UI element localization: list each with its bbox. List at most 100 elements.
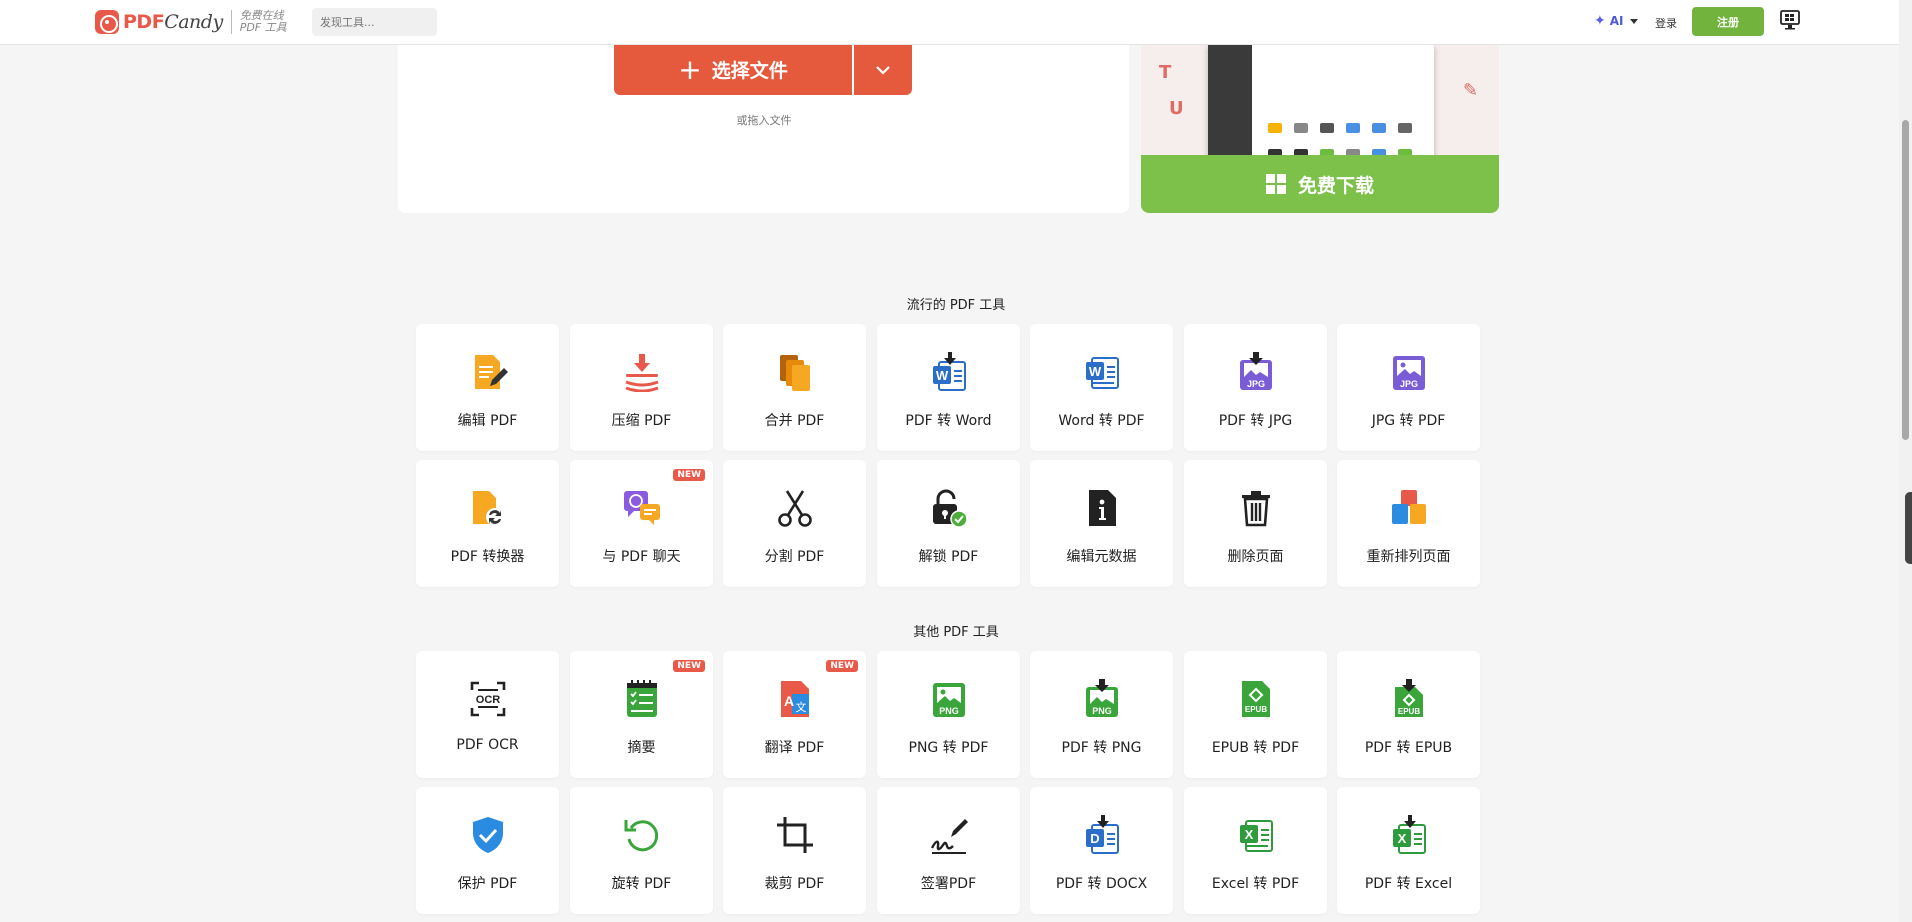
tool-label: PDF 转 Word xyxy=(905,413,992,429)
rearrange-icon xyxy=(1389,488,1429,528)
tool-label: 摘要 xyxy=(627,740,656,756)
shield-icon xyxy=(468,815,508,855)
candy-logo-icon xyxy=(95,10,119,34)
login-link[interactable]: 登录 xyxy=(1655,15,1677,31)
logo-wordmark: PDFCandy xyxy=(123,11,223,33)
trash-icon xyxy=(1236,488,1276,528)
pdf-to-png-icon: PNG xyxy=(1082,679,1122,719)
tool-label: 分割 PDF xyxy=(764,549,825,565)
ai-menu-button[interactable]: ✦ AI xyxy=(1594,13,1638,29)
tool-card[interactable]: W PDF 转 Word xyxy=(877,324,1020,451)
tool-card[interactable]: PNG PNG 转 PDF xyxy=(877,651,1020,778)
tool-label: 保护 PDF xyxy=(457,876,518,892)
tool-label: PDF OCR xyxy=(456,737,519,753)
plus-icon: + xyxy=(678,52,702,86)
pdf-to-docx-icon: D xyxy=(1082,815,1122,855)
tool-card[interactable]: PDF 转换器 xyxy=(416,460,559,587)
pdf-to-epub-icon: EPUB xyxy=(1389,679,1429,719)
page-scrollbar[interactable] xyxy=(1899,0,1912,922)
tool-card[interactable]: 删除页面 xyxy=(1184,460,1327,587)
choose-file-label: 选择文件 xyxy=(711,60,788,82)
tool-card[interactable]: JPG JPG 转 PDF xyxy=(1337,324,1480,451)
tool-card[interactable]: 合并 PDF xyxy=(723,324,866,451)
tool-label: 编辑元数据 xyxy=(1066,549,1137,565)
svg-text:W: W xyxy=(1089,364,1102,379)
svg-text:X: X xyxy=(1398,831,1407,846)
tool-label: PDF 转 EPUB xyxy=(1364,740,1453,756)
tool-card[interactable]: EPUB PDF 转 EPUB xyxy=(1337,651,1480,778)
svg-text:PNG: PNG xyxy=(939,706,959,716)
scrollbar-thumb[interactable] xyxy=(1902,120,1909,440)
svg-text:W: W xyxy=(936,368,949,383)
metadata-icon xyxy=(1082,488,1122,528)
tool-card[interactable]: 裁剪 PDF xyxy=(723,787,866,914)
register-button[interactable]: 注册 xyxy=(1692,7,1764,36)
new-badge: NEW xyxy=(826,660,858,672)
tool-label: EPUB 转 PDF xyxy=(1211,740,1300,756)
tool-card[interactable]: 签署PDF xyxy=(877,787,1020,914)
sparkle-icon: ✦ xyxy=(1594,13,1606,29)
pdf-to-word-icon: W xyxy=(929,352,969,392)
tool-card[interactable]: PNG PDF 转 PNG xyxy=(1030,651,1173,778)
free-download-button[interactable]: 免费下载 xyxy=(1141,155,1499,213)
tool-card[interactable]: W Word 转 PDF xyxy=(1030,324,1173,451)
tool-card[interactable]: 解锁 PDF xyxy=(877,460,1020,587)
tool-card[interactable]: A 文翻译 PDF NEW xyxy=(723,651,866,778)
other-tools-heading: 其他 PDF 工具 xyxy=(913,625,999,640)
new-badge: NEW xyxy=(673,660,705,672)
windows-icon xyxy=(1265,174,1286,194)
svg-text:文: 文 xyxy=(796,700,807,714)
pen-tool-icon: ✎ xyxy=(1463,80,1479,101)
drag-drop-hint: 或拖入文件 xyxy=(736,114,792,127)
tool-card[interactable]: X PDF 转 Excel xyxy=(1337,787,1480,914)
tool-label: PDF 转 PNG xyxy=(1061,740,1142,756)
pdfcandy-logo[interactable]: PDFCandy 免费在线 PDF 工具 xyxy=(95,9,287,35)
choose-file-button[interactable]: + 选择文件 xyxy=(614,44,852,95)
feedback-side-tab[interactable] xyxy=(1905,492,1912,564)
svg-text:EPUB: EPUB xyxy=(1398,707,1420,716)
tool-card[interactable]: 压缩 PDF xyxy=(570,324,713,451)
tool-card[interactable]: 编辑 PDF xyxy=(416,324,559,451)
free-download-label: 免费下载 xyxy=(1297,174,1374,197)
svg-text:JPG: JPG xyxy=(1400,379,1418,389)
tool-card[interactable]: X Excel 转 PDF xyxy=(1184,787,1327,914)
tool-label: Excel 转 PDF xyxy=(1211,876,1300,892)
scissors-icon xyxy=(775,488,815,528)
tool-card[interactable]: 保护 PDF xyxy=(416,787,559,914)
pdf-to-jpg-icon: JPG xyxy=(1236,352,1276,392)
desktop-app-icon[interactable] xyxy=(1780,10,1800,30)
ai-label: AI xyxy=(1609,14,1624,28)
search-input[interactable] xyxy=(312,8,437,36)
tool-label: 裁剪 PDF xyxy=(764,876,825,892)
tool-label: 压缩 PDF xyxy=(611,413,672,429)
tool-card[interactable]: 摘要 NEW xyxy=(570,651,713,778)
tool-card[interactable]: 与 PDF 聊天 NEW xyxy=(570,460,713,587)
tool-card[interactable]: 编辑元数据 xyxy=(1030,460,1173,587)
tool-card[interactable]: 分割 PDF xyxy=(723,460,866,587)
top-header: PDFCandy 免费在线 PDF 工具 ✦ AI 登录 注册 xyxy=(0,0,1899,45)
tool-label: 删除页面 xyxy=(1227,549,1284,565)
svg-text:A: A xyxy=(784,693,794,709)
tool-label: PNG 转 PDF xyxy=(908,740,989,756)
epub-to-pdf-icon: EPUB xyxy=(1236,679,1276,719)
new-badge: NEW xyxy=(673,469,705,481)
tool-card[interactable]: EPUB EPUB 转 PDF xyxy=(1184,651,1327,778)
upload-source-dropdown[interactable] xyxy=(854,44,912,95)
tool-label: PDF 转 Excel xyxy=(1364,876,1453,892)
svg-text:OCR: OCR xyxy=(476,694,501,706)
tool-label: JPG 转 PDF xyxy=(1371,413,1446,429)
excel-to-pdf-icon: X xyxy=(1236,815,1276,855)
rotate-icon xyxy=(622,815,662,855)
tool-label: Word 转 PDF xyxy=(1058,413,1145,429)
tool-card[interactable]: JPG PDF 转 JPG xyxy=(1184,324,1327,451)
tool-card[interactable]: D PDF 转 DOCX xyxy=(1030,787,1173,914)
tool-card[interactable]: OCR PDF OCR xyxy=(416,651,559,778)
tool-card[interactable]: 旋转 PDF xyxy=(570,787,713,914)
text-tool-icon: T xyxy=(1159,62,1172,83)
tool-label: 签署PDF xyxy=(920,876,977,892)
edit-pdf-icon xyxy=(468,352,508,392)
tool-card[interactable]: 重新排列页面 xyxy=(1337,460,1480,587)
tool-label: 重新排列页面 xyxy=(1366,549,1451,565)
tool-label: PDF 转 JPG xyxy=(1218,413,1293,429)
chat-icon xyxy=(622,488,662,528)
